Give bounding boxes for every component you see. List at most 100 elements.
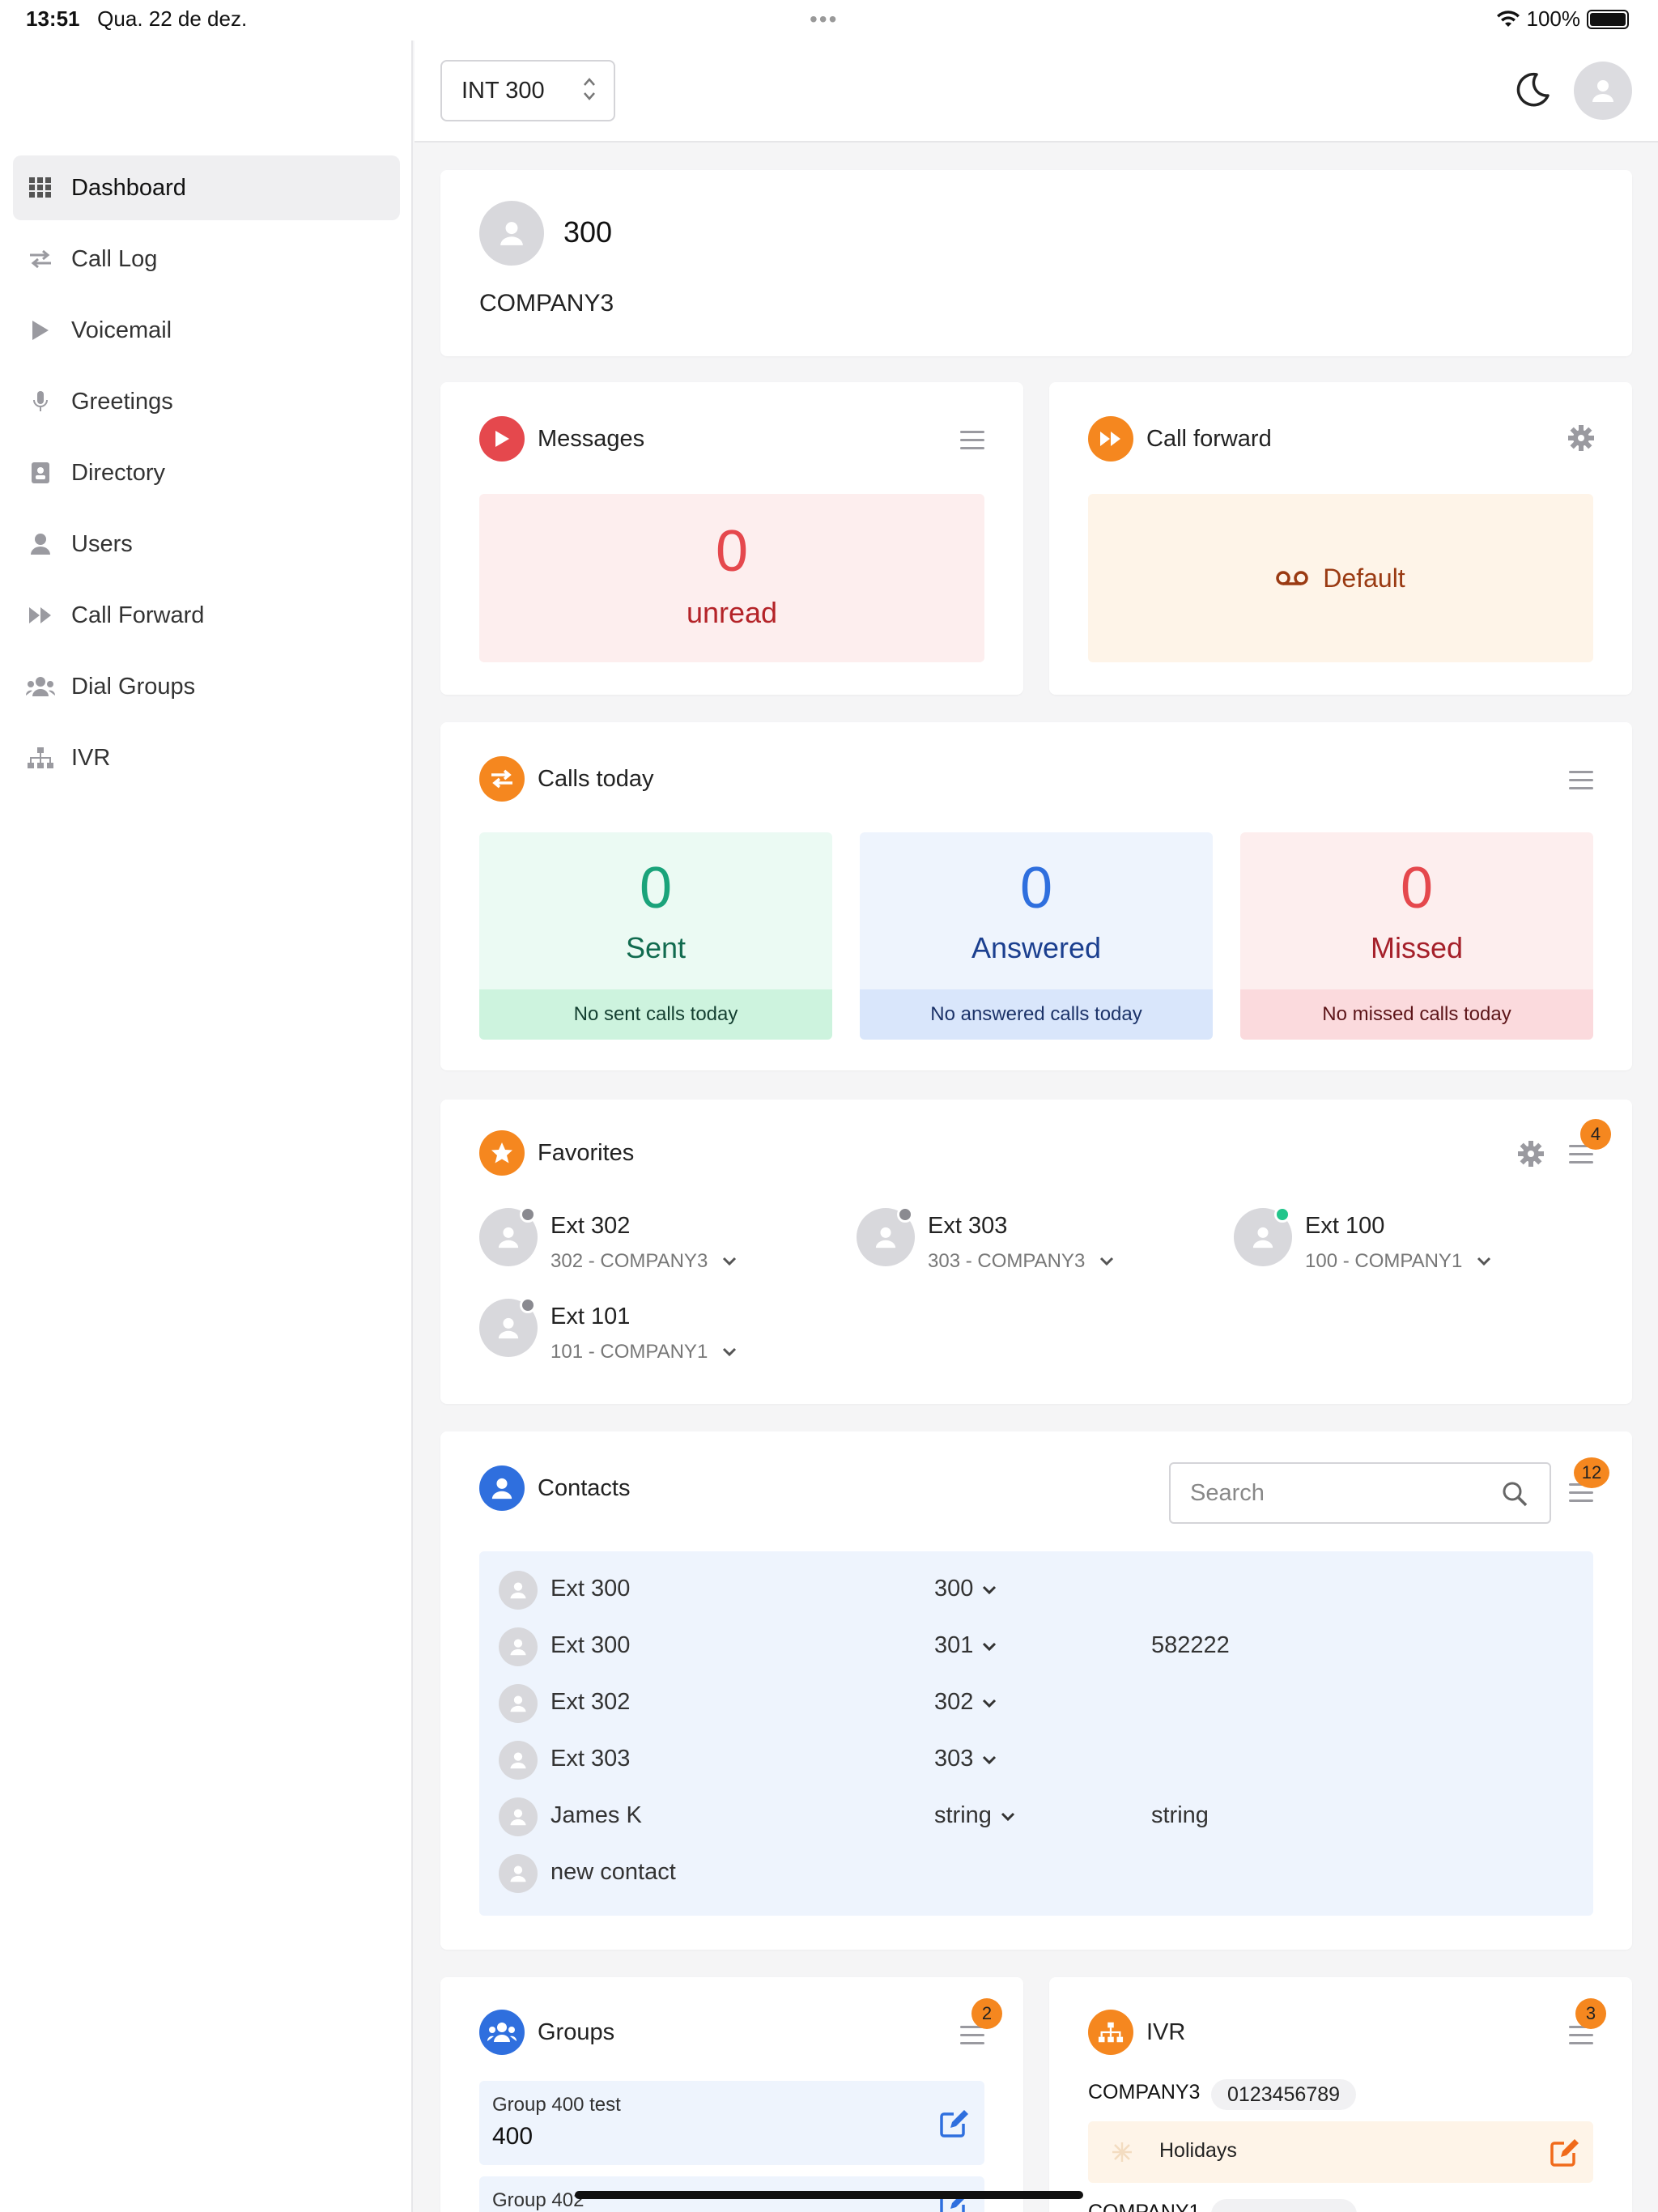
calls-today-menu-icon[interactable] bbox=[1569, 771, 1593, 790]
contact-row[interactable]: Ext 300 300 bbox=[499, 1564, 1551, 1613]
users-icon bbox=[479, 2010, 525, 2055]
call-forward-card: Call forward Default bbox=[1049, 382, 1632, 695]
chevron-down-icon bbox=[983, 1699, 997, 1708]
extension-select[interactable]: INT 300 bbox=[440, 60, 615, 121]
sidebar-item-users[interactable]: Users bbox=[13, 512, 400, 576]
sidebar-item-greetings[interactable]: Greetings bbox=[13, 369, 400, 434]
contacts-title: Contacts bbox=[479, 1465, 630, 1511]
forward-icon bbox=[26, 606, 55, 624]
sidebar-item-call-log[interactable]: Call Log bbox=[13, 227, 400, 291]
contact-number: 582222 bbox=[1151, 1632, 1230, 1658]
chevron-down-icon[interactable] bbox=[1099, 1256, 1115, 1267]
contacts-card: Contacts Search 12 Ext 300 300 Ext 300 3… bbox=[440, 1431, 1632, 1950]
messages-unread-box[interactable]: 0 unread bbox=[479, 494, 984, 662]
contact-number: string bbox=[1151, 1802, 1209, 1828]
contact-extension-dropdown[interactable]: 300 bbox=[934, 1576, 997, 1602]
battery-percentage: 100% bbox=[1526, 6, 1581, 31]
group-item[interactable]: Group 400 test 400 bbox=[479, 2081, 984, 2165]
call-forward-status-box[interactable]: Default bbox=[1088, 494, 1593, 662]
contact-row[interactable]: Ext 300 301 582222 bbox=[499, 1621, 1551, 1670]
messages-menu-icon[interactable] bbox=[960, 431, 984, 450]
answered-footer: No answered calls today bbox=[860, 989, 1213, 1040]
sidebar-item-label: Greetings bbox=[71, 388, 173, 415]
contact-row[interactable]: James K string string bbox=[499, 1791, 1551, 1840]
microphone-icon bbox=[26, 390, 55, 413]
sidebar-item-directory[interactable]: Directory bbox=[13, 440, 400, 505]
chevron-down-icon[interactable] bbox=[721, 1346, 738, 1358]
ivr-title: IVR bbox=[1088, 2010, 1185, 2055]
contact-row[interactable]: Ext 302 302 bbox=[499, 1678, 1551, 1726]
contact-extension-dropdown[interactable]: string bbox=[934, 1802, 1016, 1829]
missed-label: Missed bbox=[1370, 931, 1464, 964]
play-icon bbox=[26, 320, 55, 341]
chevron-down-icon bbox=[983, 1755, 997, 1765]
sidebar-item-dial-groups[interactable]: Dial Groups bbox=[13, 654, 400, 719]
calls-today-title-text: Calls today bbox=[538, 765, 654, 792]
contact-extension-dropdown[interactable]: 302 bbox=[934, 1689, 997, 1716]
favorite-item[interactable]: Ext 303 303 - COMPANY3 bbox=[857, 1206, 1197, 1281]
contact-row[interactable]: new contact bbox=[499, 1848, 1551, 1896]
favorite-name: Ext 101 bbox=[551, 1304, 631, 1329]
sidebar-item-dashboard[interactable]: Dashboard bbox=[13, 155, 400, 220]
favorite-sub: 303 - COMPANY3 bbox=[928, 1250, 1115, 1273]
group-number: 400 bbox=[492, 2123, 534, 2150]
address-book-icon bbox=[26, 462, 55, 484]
contacts-list: Ext 300 300 Ext 300 301 582222 Ext 302 3… bbox=[479, 1551, 1593, 1916]
answered-calls-box[interactable]: 0 Answered No answered calls today bbox=[860, 832, 1213, 1040]
favorite-item[interactable]: Ext 302 302 - COMPANY3 bbox=[479, 1206, 819, 1281]
groups-menu-icon[interactable] bbox=[960, 2026, 984, 2045]
dark-mode-toggle[interactable] bbox=[1514, 71, 1551, 113]
user-menu-avatar[interactable] bbox=[1574, 62, 1632, 120]
user-icon bbox=[510, 1809, 526, 1826]
arrows-icon bbox=[479, 756, 525, 802]
users-icon bbox=[26, 676, 55, 697]
avatar bbox=[499, 1627, 538, 1666]
sent-calls-box[interactable]: 0 Sent No sent calls today bbox=[479, 832, 832, 1040]
calls-today-card: Calls today 0 Sent No sent calls today 0… bbox=[440, 722, 1632, 1070]
missed-calls-box[interactable]: 0 Missed No missed calls today bbox=[1240, 832, 1593, 1040]
chevron-down-icon[interactable] bbox=[1476, 1256, 1492, 1267]
sidebar-item-ivr[interactable]: IVR bbox=[13, 725, 400, 790]
multitasking-dots[interactable]: ••• bbox=[810, 6, 838, 32]
contacts-search-input[interactable]: Search bbox=[1169, 1462, 1551, 1524]
groups-count-badge: 2 bbox=[971, 1998, 1002, 2029]
ivr-entry-name: Holidays bbox=[1159, 2139, 1237, 2162]
home-indicator[interactable] bbox=[575, 2191, 1083, 2199]
sidebar: Dashboard Call Log Voicemail Greetings D… bbox=[0, 40, 413, 2212]
edit-icon[interactable] bbox=[1550, 2138, 1580, 2167]
extension-select-value: INT 300 bbox=[461, 77, 545, 104]
search-icon[interactable] bbox=[1501, 1480, 1528, 1508]
contact-row[interactable]: Ext 303 303 bbox=[499, 1734, 1551, 1783]
favorite-item[interactable]: Ext 101 101 - COMPANY1 bbox=[479, 1297, 819, 1372]
favorite-name: Ext 303 bbox=[928, 1213, 1008, 1239]
sidebar-item-voicemail[interactable]: Voicemail bbox=[13, 298, 400, 363]
messages-title-text: Messages bbox=[538, 425, 645, 452]
edit-icon[interactable] bbox=[939, 2108, 970, 2138]
user-icon bbox=[510, 1865, 526, 1882]
ivr-entry[interactable]: Holidays bbox=[1088, 2121, 1593, 2183]
favorite-item[interactable]: Ext 100 100 - COMPANY1 bbox=[1234, 1206, 1574, 1281]
chevron-down-icon[interactable] bbox=[721, 1256, 738, 1267]
avatar bbox=[499, 1741, 538, 1780]
sitemap-icon bbox=[26, 747, 55, 769]
sidebar-item-label: Call Forward bbox=[71, 602, 205, 628]
groups-title-text: Groups bbox=[538, 2018, 615, 2045]
grid-icon bbox=[26, 177, 55, 198]
missed-count: 0 bbox=[1400, 856, 1434, 921]
contact-extension-dropdown[interactable]: 301 bbox=[934, 1632, 997, 1659]
favorites-settings-gear-icon[interactable] bbox=[1517, 1140, 1545, 1172]
contact-extension-dropdown[interactable]: 303 bbox=[934, 1746, 997, 1772]
user-icon bbox=[479, 1465, 525, 1511]
contacts-count-badge: 12 bbox=[1574, 1457, 1609, 1488]
star-icon bbox=[479, 1130, 525, 1176]
user-icon bbox=[510, 1582, 526, 1599]
sidebar-item-call-forward[interactable]: Call Forward bbox=[13, 583, 400, 648]
play-icon bbox=[479, 416, 525, 462]
sidebar-item-label: Dashboard bbox=[71, 174, 186, 201]
presence-offline-dot bbox=[520, 1297, 536, 1313]
call-forward-settings-gear-icon[interactable] bbox=[1567, 424, 1595, 456]
sent-label: Sent bbox=[625, 931, 687, 964]
forward-icon bbox=[1088, 416, 1133, 462]
status-indicators: 100% bbox=[1496, 6, 1629, 32]
favorites-count-badge: 4 bbox=[1580, 1119, 1611, 1150]
